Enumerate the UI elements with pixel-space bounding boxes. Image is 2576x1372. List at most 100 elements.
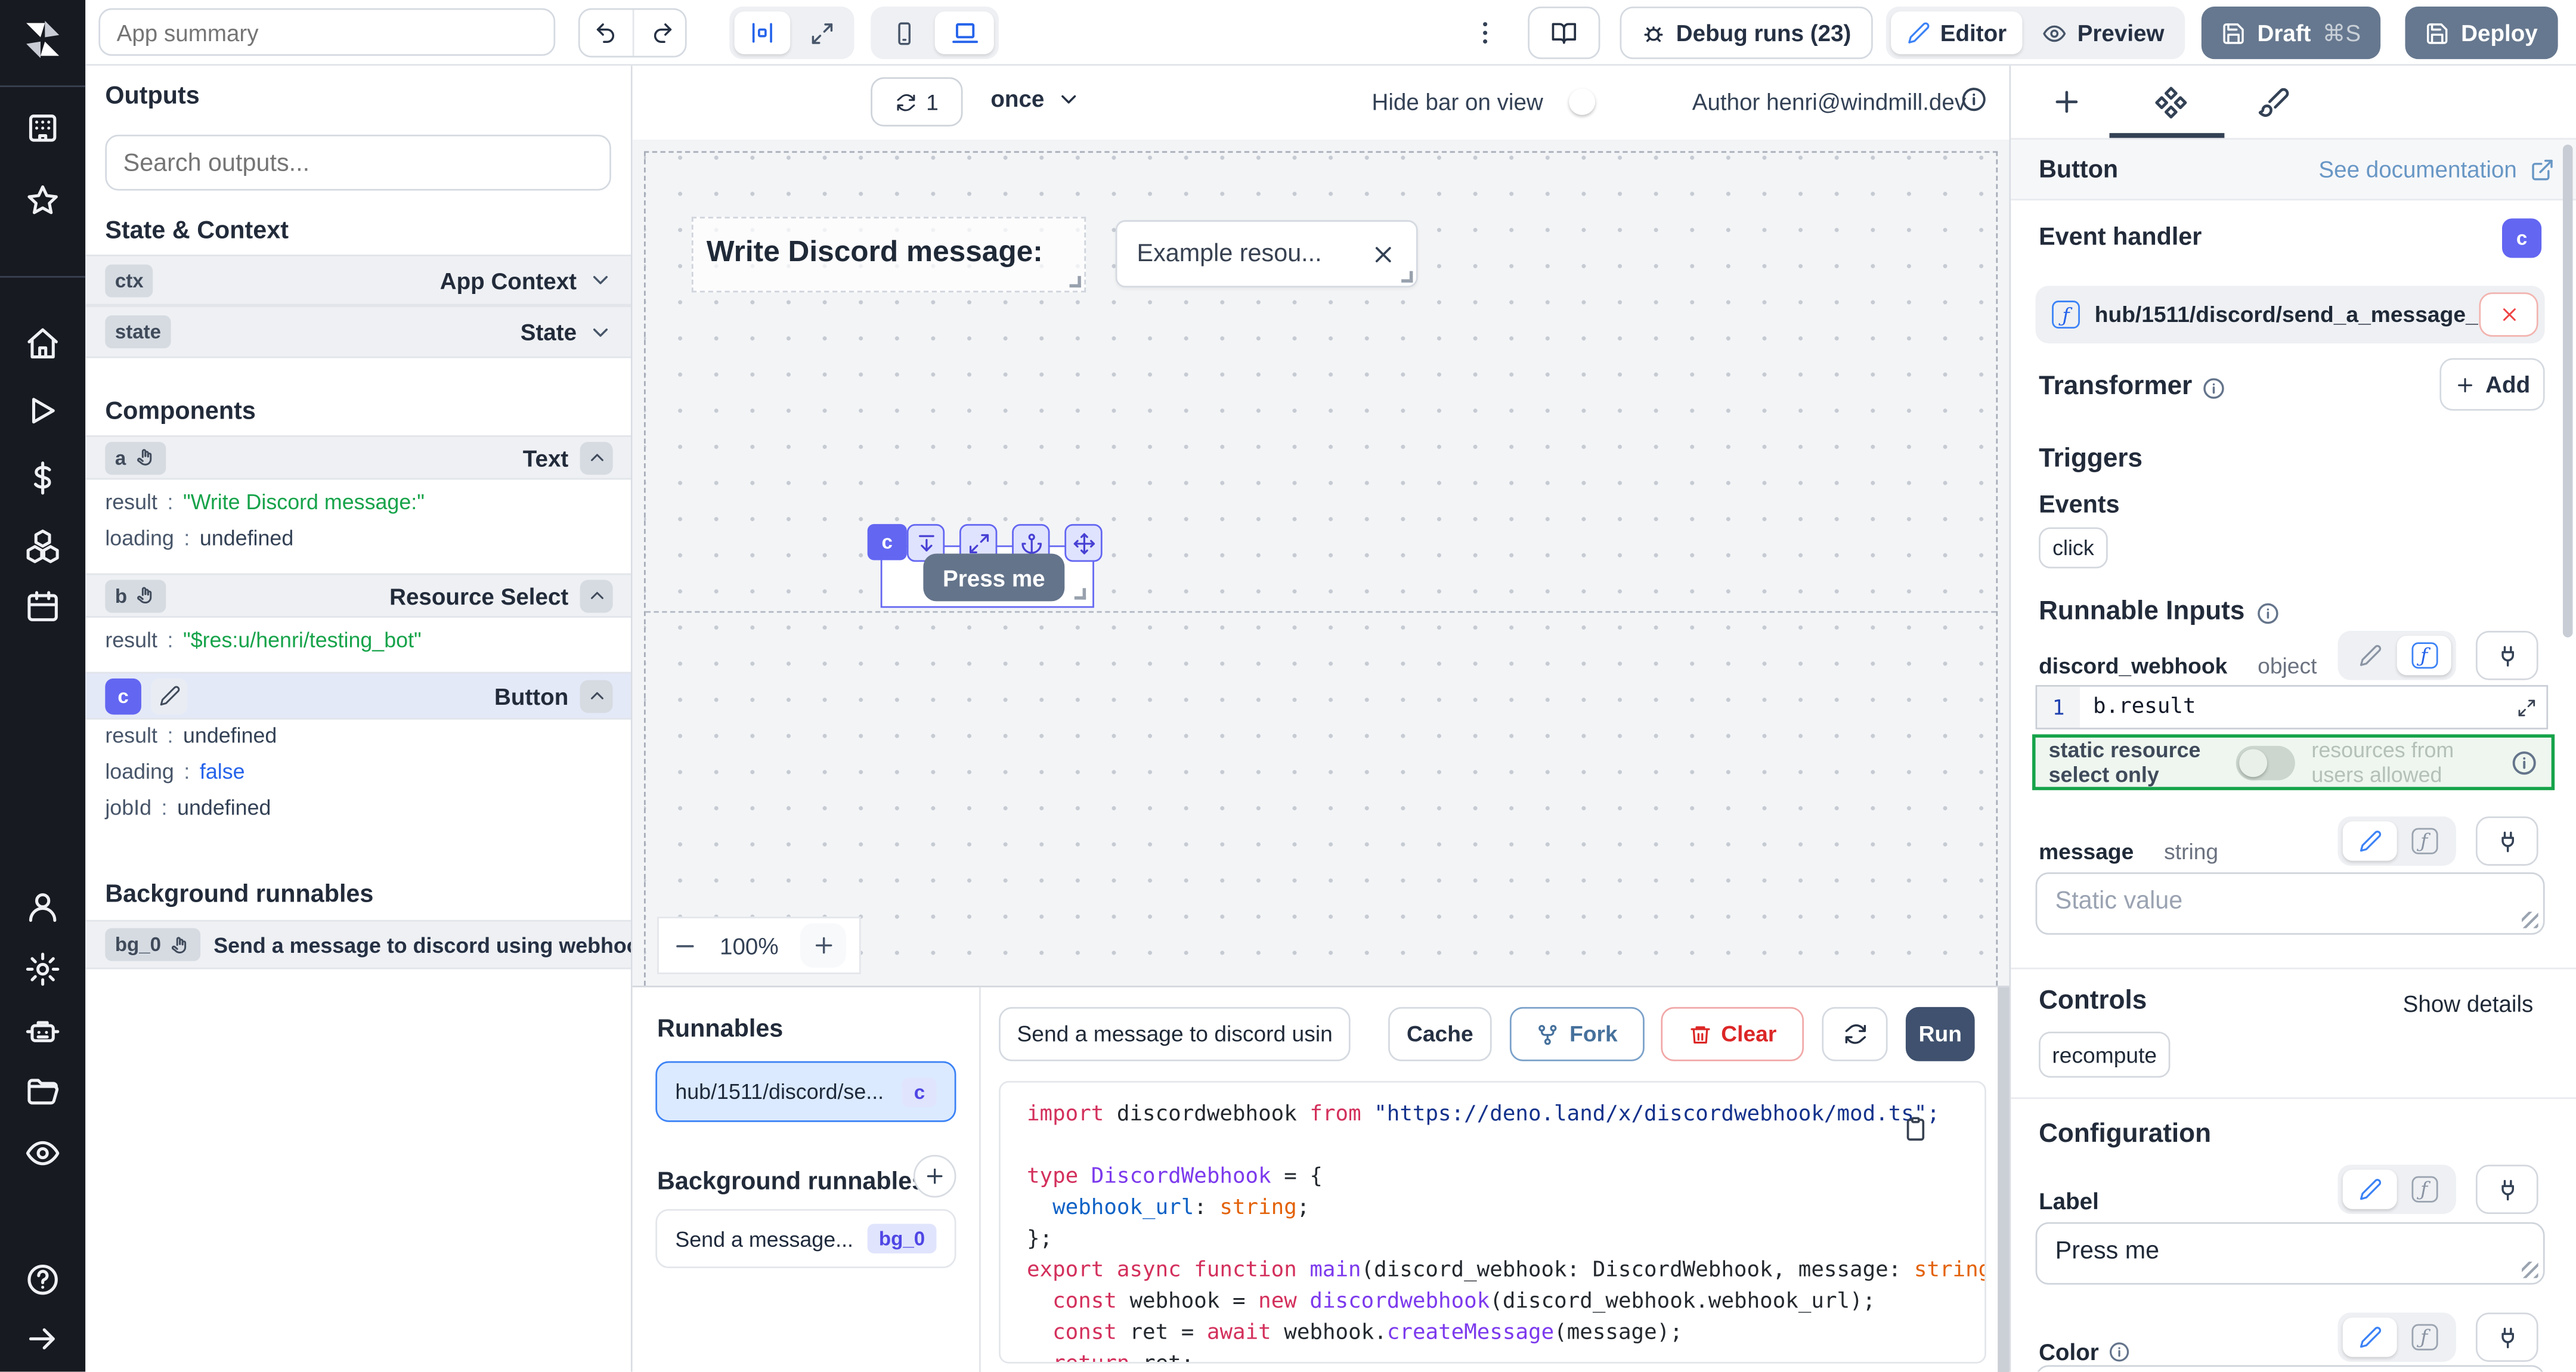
windmill-logo-icon[interactable] [17, 13, 69, 66]
undo-icon[interactable] [580, 10, 634, 56]
info-icon[interactable] [1960, 85, 1988, 113]
chevron-down-icon[interactable] [588, 320, 612, 344]
tab-styling-icon[interactable] [2258, 85, 2290, 118]
code-editor[interactable]: import discordwebhook from "https://deno… [999, 1081, 1986, 1364]
zoom-out-icon[interactable] [672, 933, 698, 959]
info-icon[interactable] [2256, 600, 2281, 625]
connect-input-button[interactable] [2476, 1165, 2538, 1214]
connect-input-button[interactable] [2476, 816, 2538, 866]
refresh-count-button[interactable]: 1 [871, 77, 962, 126]
connect-input-button[interactable] [2476, 1312, 2538, 1362]
background-runnable-item[interactable]: Send a message... bg_0 [655, 1209, 956, 1268]
canvas-select-component[interactable]: Example resou... [1116, 220, 1418, 287]
fullscreen-button[interactable] [794, 11, 850, 54]
static-mode-button[interactable] [2343, 636, 2397, 675]
run-button[interactable]: Run [1906, 1007, 1975, 1061]
code-panel-scrollbar[interactable] [1998, 987, 2009, 1372]
output-row-ctx[interactable]: ctx App Context [85, 255, 632, 305]
eval-mode-button[interactable]: ƒ [2397, 1170, 2451, 1209]
info-icon[interactable] [2202, 376, 2227, 400]
static-mode-button[interactable] [2343, 1318, 2397, 1357]
resize-handle[interactable] [1070, 276, 1081, 287]
info-icon[interactable] [2107, 1340, 2131, 1364]
schedule-dropdown[interactable]: once [990, 85, 1080, 112]
canvas-area[interactable]: Write Discord message: Example resou... … [633, 140, 2010, 986]
eval-mode-button[interactable]: ƒ [2397, 822, 2451, 861]
collapse-button[interactable] [580, 579, 613, 612]
clear-button[interactable]: Clear [1661, 1007, 1804, 1061]
users-icon[interactable] [24, 889, 61, 925]
event-handler-script-row[interactable]: ƒ hub/1511/discord/send_a_message_... [2036, 286, 2545, 343]
zoom-in-button[interactable] [800, 923, 846, 967]
component-row-b[interactable]: b Resource Select [85, 574, 632, 618]
fork-button[interactable]: Fork [1510, 1007, 1645, 1061]
resources-icon[interactable] [24, 527, 61, 563]
search-outputs-input[interactable] [105, 135, 611, 191]
debug-runs-button[interactable]: Debug runs (23) [1620, 7, 1873, 59]
expand-expr-button[interactable] [2507, 687, 2546, 728]
resize-handle[interactable] [1075, 588, 1086, 599]
chevron-down-icon[interactable] [588, 268, 612, 292]
canvas-text-component[interactable]: Write Discord message: [692, 217, 1086, 293]
see-documentation-link[interactable]: See documentation [2318, 156, 2516, 182]
press-me-button[interactable]: Press me [923, 553, 1064, 601]
schedules-icon[interactable] [24, 588, 61, 624]
script-title-input[interactable] [999, 1007, 1351, 1061]
clear-select-icon[interactable] [1370, 241, 1397, 267]
align-center-button[interactable] [735, 11, 791, 54]
resize-grip[interactable] [2522, 912, 2538, 928]
workers-icon[interactable] [24, 1014, 61, 1050]
resource-mode-toggle[interactable] [2236, 745, 2295, 779]
collapse-button[interactable] [580, 679, 613, 712]
tab-settings-icon[interactable] [2154, 85, 2188, 120]
expr-value[interactable]: b.result [2080, 687, 2507, 728]
deploy-button[interactable]: Deploy [2405, 7, 2557, 59]
grid-row-separator[interactable] [646, 611, 1996, 613]
component-row-c[interactable]: c Button [85, 672, 632, 720]
static-mode-button[interactable] [2343, 1170, 2397, 1209]
color-input[interactable] [2036, 1365, 2545, 1371]
add-background-runnable-button[interactable] [914, 1155, 956, 1198]
folders-icon[interactable] [24, 1074, 61, 1111]
refresh-result-button[interactable] [1822, 1007, 1887, 1061]
variables-icon[interactable] [24, 460, 61, 496]
eval-mode-button[interactable]: ƒ [2397, 636, 2451, 675]
tab-preview[interactable]: Preview [2026, 11, 2181, 54]
home-icon[interactable] [24, 326, 61, 362]
tab-editor[interactable]: Editor [1891, 11, 2023, 54]
settings-icon[interactable] [24, 951, 61, 987]
help-icon[interactable] [24, 1262, 61, 1298]
app-summary-input[interactable] [98, 8, 555, 56]
external-link-icon[interactable] [2530, 157, 2555, 182]
expand-rail-icon[interactable] [24, 1321, 61, 1357]
right-panel-scrollbar[interactable] [2563, 144, 2573, 637]
remove-script-button[interactable] [2479, 292, 2538, 336]
eval-mode-button[interactable]: ƒ [2397, 1318, 2451, 1357]
connect-input-button[interactable] [2476, 631, 2538, 680]
expr-editor[interactable]: 1 b.result [2036, 685, 2549, 729]
recompute-chip[interactable]: recompute [2039, 1032, 2170, 1077]
component-row-a[interactable]: a Text [85, 435, 632, 479]
mobile-view-button[interactable] [875, 11, 931, 54]
add-transformer-button[interactable]: Add [2439, 358, 2544, 411]
component-move-button[interactable] [1064, 524, 1102, 562]
collapse-button[interactable] [580, 441, 613, 474]
background-runnable-row[interactable]: bg_0 Send a message to discord using web… [85, 920, 632, 970]
workspace-icon[interactable] [24, 110, 61, 147]
output-row-state[interactable]: state State [85, 305, 632, 358]
runs-icon[interactable] [24, 392, 61, 429]
label-input[interactable]: Press me [2036, 1222, 2545, 1285]
audit-icon[interactable] [24, 1135, 61, 1172]
favorites-icon[interactable] [24, 182, 61, 219]
cache-button[interactable]: Cache [1388, 1007, 1492, 1061]
docs-button[interactable] [1528, 7, 1600, 59]
desktop-view-button[interactable] [935, 11, 994, 54]
message-static-input[interactable]: Static value [2036, 872, 2545, 935]
draft-button[interactable]: Draft ⌘S [2202, 7, 2380, 59]
static-mode-button[interactable] [2343, 822, 2397, 861]
redo-icon[interactable] [634, 10, 686, 56]
info-icon[interactable] [2510, 748, 2538, 776]
resize-grip[interactable] [2522, 1262, 2538, 1278]
copy-code-icon[interactable] [1902, 1116, 1928, 1142]
resize-handle[interactable] [1401, 271, 1413, 283]
